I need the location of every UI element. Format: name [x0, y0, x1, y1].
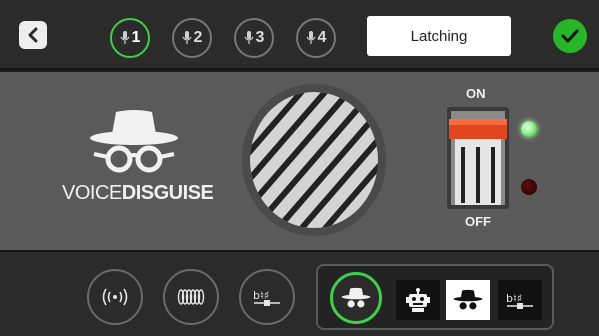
mic-2-label: 2: [193, 29, 203, 46]
pitch-shift-icon: b♮♯: [506, 292, 533, 309]
back-button[interactable]: [19, 21, 47, 49]
app-logo-text: VOICEDISGUISE: [62, 182, 214, 205]
effects-toolbar: b♮♯ b♮♯: [0, 250, 599, 336]
checkmark-icon: [561, 29, 579, 43]
radio-effect-button[interactable]: [87, 269, 143, 325]
mic-3-label: 3: [255, 29, 265, 46]
top-toolbar: 1 2 3 4 Latching: [0, 0, 599, 70]
switch-on-label: ON: [466, 86, 486, 101]
mic-1-button[interactable]: 1: [110, 18, 150, 58]
microphone-icon: [306, 31, 316, 44]
confirm-button[interactable]: [553, 19, 587, 53]
radio-waves-icon: [102, 288, 128, 306]
mic-3-button[interactable]: 3: [234, 18, 274, 58]
logo-text-thin: VOICE: [62, 182, 122, 204]
disguise-face-icon: [341, 287, 371, 308]
coil-icon: [177, 289, 205, 305]
mode-label: Latching: [410, 27, 468, 45]
mic-4-label: 4: [317, 29, 327, 46]
microphone-icon: [120, 31, 130, 44]
voice-disguise-button[interactable]: [330, 272, 382, 324]
pitch-shift-icon: b♮♯: [253, 289, 280, 306]
status-led-on: [521, 121, 537, 137]
latching-switch[interactable]: [447, 107, 509, 209]
pitch-effect-button[interactable]: b♮♯: [239, 269, 295, 325]
chevron-left-icon: [28, 27, 38, 43]
voice-robot-button[interactable]: [396, 280, 440, 320]
mode-button[interactable]: Latching: [367, 16, 511, 56]
logo-text-bold: DISGUISE: [121, 182, 214, 204]
disguise-face-icon: [453, 289, 483, 310]
microphone-icon: [244, 31, 254, 44]
voice-selector-panel: b♮♯: [316, 264, 554, 330]
voice-pitch-button[interactable]: b♮♯: [498, 280, 542, 320]
mic-1-label: 1: [131, 29, 141, 46]
disguise-face-icon: [90, 110, 178, 173]
mic-4-button[interactable]: 4: [296, 18, 336, 58]
speaker-grille-icon: [242, 84, 386, 236]
robot-icon: [406, 288, 430, 312]
coil-effect-button[interactable]: [163, 269, 219, 325]
microphone-icon: [182, 31, 192, 44]
main-panel: VOICEDISGUISE ON OFF: [0, 72, 599, 250]
voice-disguise-alt-button[interactable]: [446, 280, 490, 320]
status-led-off: [521, 179, 537, 195]
switch-off-label: OFF: [465, 214, 491, 229]
mic-2-button[interactable]: 2: [172, 18, 212, 58]
